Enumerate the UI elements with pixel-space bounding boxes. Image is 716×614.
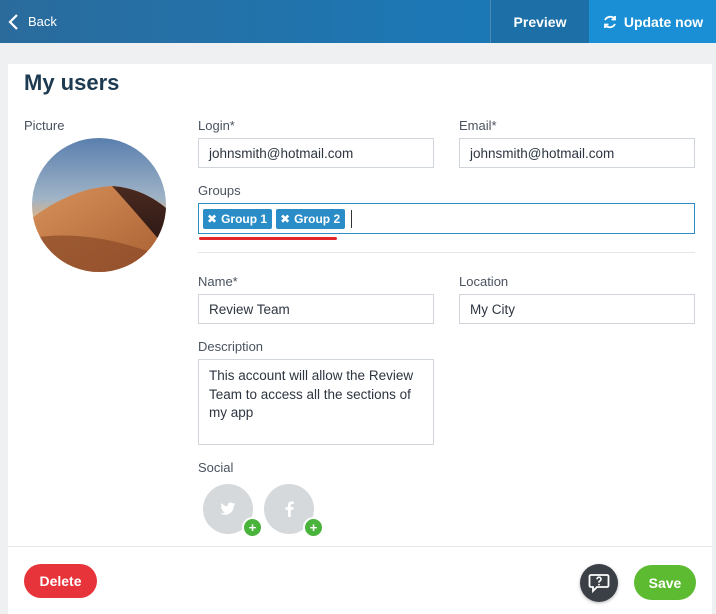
group-tag[interactable]: ✖ Group 2: [276, 208, 346, 229]
description-label: Description: [198, 339, 264, 354]
text-cursor: [351, 209, 353, 228]
email-label: Email*: [459, 118, 497, 133]
preview-button[interactable]: Preview: [490, 0, 589, 43]
section-divider: [198, 252, 695, 253]
highlight-underline: [199, 237, 337, 240]
support-chat-button[interactable]: [580, 564, 618, 602]
location-label: Location: [459, 274, 509, 289]
save-button[interactable]: Save: [634, 565, 696, 600]
description-field[interactable]: This account will allow the Review Team …: [198, 359, 434, 445]
social-label: Social: [198, 460, 234, 475]
group-tag[interactable]: ✖ Group 1: [203, 208, 273, 229]
add-facebook-icon[interactable]: +: [303, 517, 324, 538]
delete-button[interactable]: Delete: [24, 564, 97, 598]
back-button[interactable]: Back: [6, 0, 57, 43]
twitter-button[interactable]: +: [203, 484, 263, 538]
chevron-left-icon: [8, 13, 18, 30]
user-form-card: My users Picture Login* johnsmith@hotmai…: [8, 64, 712, 614]
back-label: Back: [28, 14, 57, 29]
groups-label: Groups: [198, 183, 241, 198]
update-now-button[interactable]: Update now: [589, 0, 716, 43]
email-field[interactable]: johnsmith@hotmail.com: [459, 138, 695, 168]
group-tag-label: Group 1: [221, 211, 268, 226]
groups-input[interactable]: ✖ Group 1 ✖ Group 2: [198, 203, 695, 234]
page-title: My users: [24, 70, 120, 95]
avatar[interactable]: [32, 138, 166, 272]
group-tag-label: Group 2: [294, 211, 341, 226]
name-field[interactable]: Review Team: [198, 294, 434, 324]
login-label: Login*: [198, 118, 235, 133]
desert-image: [32, 138, 166, 272]
remove-tag-icon[interactable]: ✖: [280, 212, 290, 226]
footer-divider: [8, 546, 712, 547]
facebook-icon: [285, 501, 294, 517]
name-label: Name*: [198, 274, 238, 289]
refresh-icon: [603, 15, 616, 28]
location-field[interactable]: My City: [459, 294, 695, 324]
chat-help-icon: [588, 574, 610, 593]
add-twitter-icon[interactable]: +: [242, 517, 263, 538]
top-bar: Back Preview Update now: [0, 0, 716, 43]
twitter-icon: [220, 502, 236, 515]
remove-tag-icon[interactable]: ✖: [207, 212, 217, 226]
picture-label: Picture: [24, 118, 65, 133]
login-field[interactable]: johnsmith@hotmail.com: [198, 138, 434, 168]
facebook-button[interactable]: +: [264, 484, 324, 538]
update-now-label: Update now: [623, 13, 704, 30]
